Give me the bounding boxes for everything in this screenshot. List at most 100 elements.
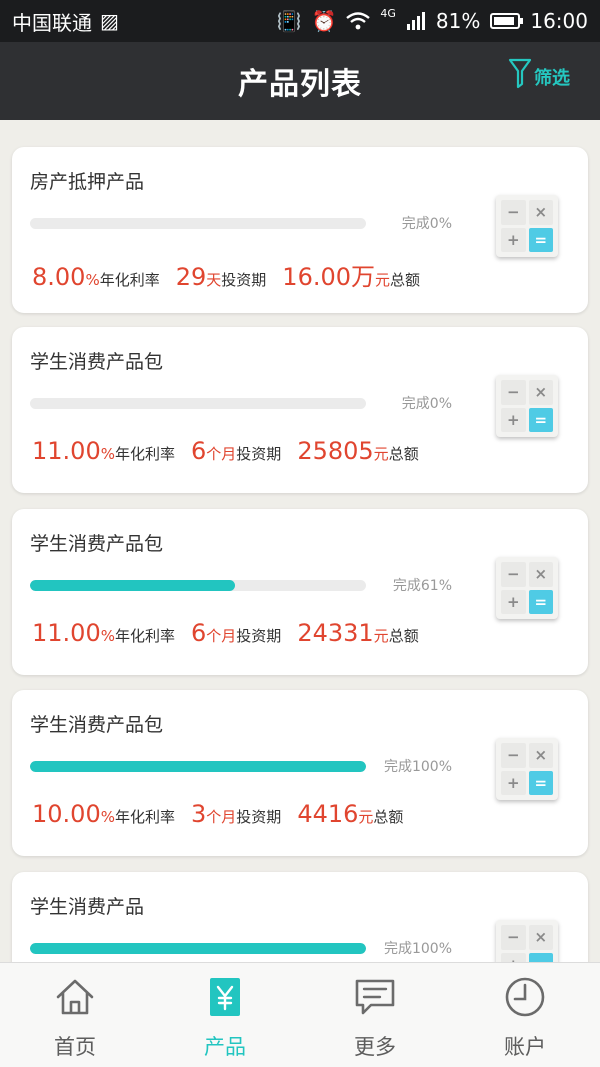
term-label: 投资期 — [236, 445, 282, 463]
term-value: 6 — [191, 437, 207, 465]
term-label: 投资期 — [236, 627, 282, 645]
rate-unit: % — [100, 445, 115, 463]
home-icon — [53, 975, 97, 1019]
progress-bar — [30, 761, 366, 772]
plus-icon: + — [501, 227, 526, 252]
product-card[interactable]: 学生消费产品 完成100% −×+= — [12, 872, 588, 962]
product-list[interactable]: 房产抵押产品 完成0% 8.00% 年化利率 29 天投资期 16.00万元总额 −… — [0, 120, 600, 962]
product-stats: 11.00% 年化利率 6 个月 投资期 25805 元总额 — [28, 435, 439, 467]
calculator-button[interactable]: −×+= — [496, 557, 558, 619]
product-name: 学生消费产品包 — [30, 714, 164, 736]
rate-value: 11.00 — [32, 619, 101, 647]
progress-bar — [30, 398, 366, 409]
battery-icon — [490, 13, 524, 29]
progress-fill — [30, 943, 366, 954]
product-card[interactable]: 房产抵押产品 完成0% 8.00% 年化利率 29 天投资期 16.00万元总额 −… — [12, 147, 588, 313]
product-card[interactable]: 学生消费产品包 完成61% 11.00% 年化利率 6 个月 投资期 24331 元总额… — [12, 509, 588, 675]
calculator-button[interactable]: −×+= — [496, 920, 558, 962]
progress-status: 完成100% — [383, 759, 452, 775]
tab-more-label: 更多 — [354, 1035, 396, 1059]
minus-icon: − — [501, 743, 526, 768]
yen-icon — [203, 975, 247, 1019]
filter-label: 筛选 — [534, 68, 570, 89]
rate-value: 10.00 — [32, 800, 101, 828]
term-unit: 个月 — [206, 445, 237, 463]
clock-icon — [503, 975, 547, 1019]
amount-label: 总额 — [390, 271, 421, 289]
app-header: 产品列表 筛选 — [0, 42, 600, 120]
amount-label: 总额 — [388, 445, 419, 463]
tab-account-label: 账户 — [504, 1035, 546, 1059]
product-stats: 10.00% 年化利率 3 个月 投资期 4416 元总额 — [28, 798, 424, 830]
amount-unit: 元 — [373, 445, 389, 463]
minus-icon: − — [501, 200, 526, 225]
product-stats: 11.00% 年化利率 6 个月 投资期 24331 元总额 — [28, 617, 439, 649]
message-icon — [353, 975, 397, 1019]
multiply-icon: × — [528, 743, 553, 768]
rate-unit: % — [100, 627, 115, 645]
amount-unit: 元 — [358, 808, 374, 826]
battery-percent: 81% — [435, 9, 481, 33]
term-value: 3 — [191, 800, 207, 828]
product-card[interactable]: 学生消费产品包 完成0% 11.00% 年化利率 6 个月 投资期 25805 元总额 … — [12, 327, 588, 493]
equals-icon: = — [528, 952, 553, 962]
multiply-icon: × — [528, 925, 553, 950]
term-unit: 个月 — [206, 808, 237, 826]
equals-icon: = — [528, 770, 553, 795]
product-name: 学生消费产品包 — [30, 351, 164, 373]
term-label: 投资期 — [236, 808, 282, 826]
alarm-icon: ⏰ — [311, 9, 337, 33]
status-bar: 中国联通 ▨ 📳 ⏰ 4G 81% 16:00 — [0, 0, 600, 42]
minus-icon: − — [501, 380, 526, 405]
progress-bar — [30, 218, 366, 229]
amount-value: 4416 — [297, 800, 359, 828]
tab-products[interactable]: 产品 — [150, 963, 300, 1067]
amount-value: 25805 — [297, 437, 374, 465]
clock-time: 16:00 — [530, 9, 588, 33]
rate-label: 年化利率 — [99, 271, 160, 289]
tab-account[interactable]: 账户 — [450, 963, 600, 1067]
product-card[interactable]: 学生消费产品包 完成100% 10.00% 年化利率 3 个月 投资期 4416 元总额… — [12, 690, 588, 856]
signal-icon — [406, 12, 425, 30]
vibrate-icon: 📳 — [276, 9, 302, 33]
multiply-icon: × — [528, 380, 553, 405]
amount-label: 总额 — [373, 808, 404, 826]
rate-label: 年化利率 — [114, 445, 175, 463]
calculator-button[interactable]: −×+= — [496, 195, 558, 257]
rate-label: 年化利率 — [114, 627, 175, 645]
tab-home[interactable]: 首页 — [0, 963, 150, 1067]
rate-value: 11.00 — [32, 437, 101, 465]
carrier-label: 中国联通 — [12, 10, 92, 35]
plus-icon: + — [501, 952, 526, 962]
amount-value: 24331 — [297, 619, 374, 647]
product-name: 学生消费产品包 — [30, 533, 164, 555]
progress-fill — [30, 580, 235, 591]
amount-label: 总额 — [388, 627, 419, 645]
calculator-button[interactable]: −×+= — [496, 375, 558, 437]
tab-more[interactable]: 更多 — [300, 963, 450, 1067]
term-value: 6 — [191, 619, 207, 647]
minus-icon: − — [501, 925, 526, 950]
product-name: 房产抵押产品 — [30, 171, 145, 193]
progress-status: 完成0% — [401, 396, 452, 412]
rate-unit: % — [85, 271, 100, 289]
page-title: 产品列表 — [238, 67, 362, 102]
amount-unit: 元 — [375, 271, 391, 289]
plus-icon: + — [501, 589, 526, 614]
tab-products-label: 产品 — [204, 1035, 246, 1059]
term-unit: 天 — [206, 271, 222, 289]
filter-button[interactable]: 筛选 — [508, 58, 570, 90]
progress-fill — [30, 761, 366, 772]
amount-value: 16.00万 — [282, 263, 376, 291]
plus-icon: + — [501, 770, 526, 795]
progress-status: 完成0% — [401, 216, 452, 232]
product-name: 学生消费产品 — [30, 896, 145, 918]
bottom-tab-bar: 首页 产品 更多 账户 — [0, 962, 600, 1067]
progress-status: 完成100% — [383, 941, 452, 957]
sim-icon: ▨ — [100, 9, 119, 33]
filter-icon — [508, 58, 532, 89]
term-label: 投资期 — [221, 271, 267, 289]
equals-icon: = — [528, 589, 553, 614]
term-value: 29 — [175, 263, 207, 291]
calculator-button[interactable]: −×+= — [496, 738, 558, 800]
